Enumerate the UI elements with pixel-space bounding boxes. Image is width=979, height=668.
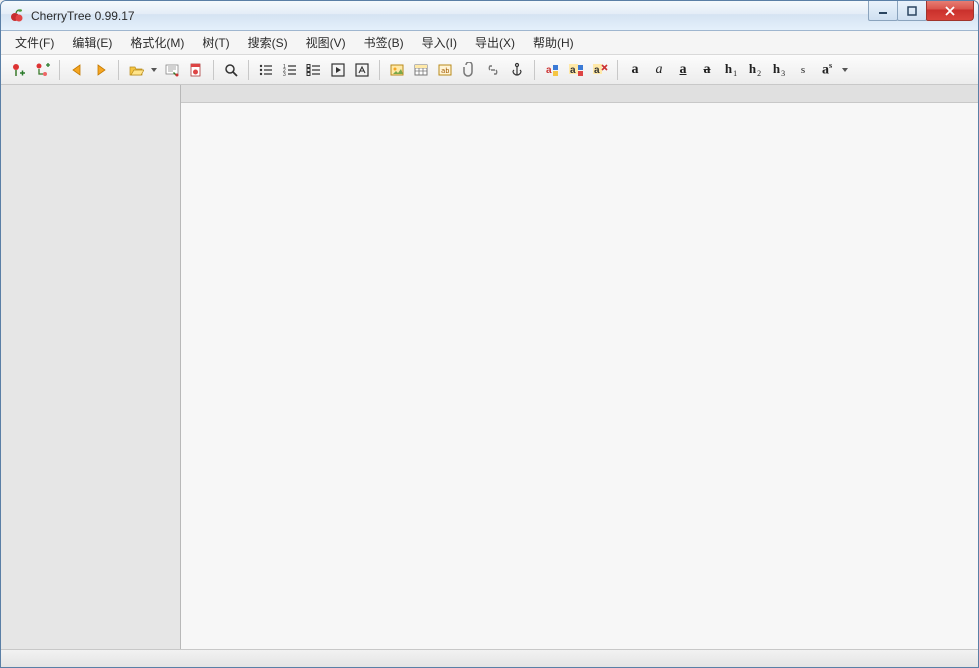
insert-anchor-icon[interactable] bbox=[506, 59, 528, 81]
menu-bookmarks[interactable]: 书签(B) bbox=[356, 32, 412, 53]
menubar: 文件(F) 编辑(E) 格式化(M) 树(T) 搜索(S) 视图(V) 书签(B… bbox=[1, 31, 978, 55]
separator bbox=[617, 60, 618, 80]
menu-file[interactable]: 文件(F) bbox=[7, 32, 62, 53]
toolbar: 123 ab a a a a a a a h1 h2 h3 bbox=[1, 55, 978, 85]
menu-view[interactable]: 视图(V) bbox=[298, 32, 354, 53]
menu-help[interactable]: 帮助(H) bbox=[525, 32, 582, 53]
italic-icon: a bbox=[656, 62, 663, 78]
node-add-icon[interactable] bbox=[7, 59, 29, 81]
menu-format[interactable]: 格式化(M) bbox=[122, 32, 192, 53]
separator bbox=[248, 60, 249, 80]
superscript-icon: as bbox=[822, 61, 832, 79]
format-dropdown[interactable] bbox=[840, 59, 850, 81]
tree-panel[interactable] bbox=[1, 85, 181, 649]
svg-text:a: a bbox=[546, 65, 552, 76]
forward-icon[interactable] bbox=[90, 59, 112, 81]
menu-tree[interactable]: 树(T) bbox=[194, 32, 237, 53]
strike-button[interactable]: a bbox=[696, 59, 718, 81]
h1-icon: h1 bbox=[725, 61, 737, 79]
h3-icon: h3 bbox=[773, 61, 785, 79]
separator bbox=[118, 60, 119, 80]
insert-special-icon[interactable] bbox=[351, 59, 373, 81]
insert-file-icon[interactable] bbox=[458, 59, 480, 81]
svg-text:3: 3 bbox=[283, 72, 286, 78]
node-add-sub-icon[interactable] bbox=[31, 59, 53, 81]
window-controls bbox=[869, 1, 978, 21]
list-bullet-icon[interactable] bbox=[255, 59, 277, 81]
save-icon[interactable] bbox=[161, 59, 183, 81]
color-remove-icon[interactable]: a bbox=[589, 59, 611, 81]
maximize-button[interactable] bbox=[897, 1, 927, 21]
h2-icon: h2 bbox=[749, 61, 761, 79]
export-pdf-icon[interactable] bbox=[185, 59, 207, 81]
editor-header bbox=[181, 85, 978, 103]
menu-import[interactable]: 导入(I) bbox=[414, 32, 465, 53]
menu-export[interactable]: 导出(X) bbox=[467, 32, 523, 53]
list-todo-icon[interactable] bbox=[303, 59, 325, 81]
h2-button[interactable]: h2 bbox=[744, 59, 766, 81]
insert-table-icon[interactable] bbox=[410, 59, 432, 81]
menu-search[interactable]: 搜索(S) bbox=[240, 32, 296, 53]
svg-text:a: a bbox=[570, 65, 576, 76]
italic-button[interactable]: a bbox=[648, 59, 670, 81]
separator bbox=[379, 60, 380, 80]
menu-edit[interactable]: 编辑(E) bbox=[64, 32, 120, 53]
underline-icon: a bbox=[680, 62, 687, 78]
strike-icon: a bbox=[704, 62, 711, 78]
body-area bbox=[1, 85, 978, 649]
small-icon: s bbox=[801, 64, 805, 76]
insert-link-icon[interactable] bbox=[482, 59, 504, 81]
minimize-button[interactable] bbox=[868, 1, 898, 21]
separator bbox=[534, 60, 535, 80]
h3-button[interactable]: h3 bbox=[768, 59, 790, 81]
window-title: CherryTree 0.99.17 bbox=[31, 9, 135, 23]
find-icon[interactable] bbox=[220, 59, 242, 81]
open-icon[interactable] bbox=[125, 59, 147, 81]
bold-icon: a bbox=[632, 62, 639, 78]
svg-text:ab: ab bbox=[441, 67, 449, 75]
insert-image-icon[interactable] bbox=[386, 59, 408, 81]
separator bbox=[59, 60, 60, 80]
list-numbered-icon[interactable]: 123 bbox=[279, 59, 301, 81]
color-bg-icon[interactable]: a bbox=[565, 59, 587, 81]
separator bbox=[213, 60, 214, 80]
execute-icon[interactable] bbox=[327, 59, 349, 81]
statusbar bbox=[1, 649, 978, 667]
bold-button[interactable]: a bbox=[624, 59, 646, 81]
editor-area[interactable] bbox=[181, 103, 978, 649]
superscript-button[interactable]: as bbox=[816, 59, 838, 81]
editor-wrap bbox=[181, 85, 978, 649]
insert-codebox-icon[interactable]: ab bbox=[434, 59, 456, 81]
close-button[interactable] bbox=[926, 1, 974, 21]
titlebar: CherryTree 0.99.17 bbox=[1, 1, 978, 31]
color-fg-icon[interactable]: a bbox=[541, 59, 563, 81]
back-icon[interactable] bbox=[66, 59, 88, 81]
underline-button[interactable]: a bbox=[672, 59, 694, 81]
open-dropdown[interactable] bbox=[149, 59, 159, 81]
svg-text:a: a bbox=[594, 65, 600, 76]
h1-button[interactable]: h1 bbox=[720, 59, 742, 81]
app-icon bbox=[9, 8, 25, 24]
small-button[interactable]: s bbox=[792, 59, 814, 81]
